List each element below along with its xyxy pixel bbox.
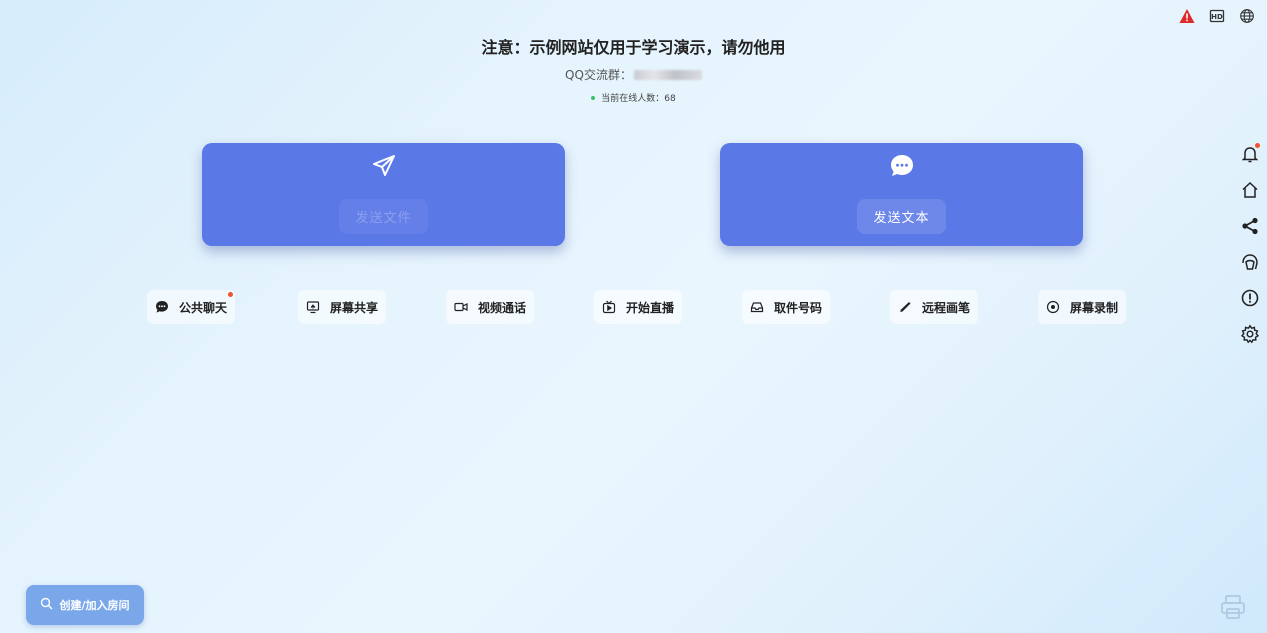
- start-live-button[interactable]: 开始直播: [594, 290, 683, 324]
- print-icon[interactable]: [1219, 593, 1247, 621]
- paper-plane-icon: [371, 153, 397, 179]
- remote-pen-label: 远程画笔: [922, 300, 971, 315]
- live-tv-icon: [602, 300, 616, 314]
- online-count: 当前在线人数：68: [0, 91, 1267, 104]
- screen-record-label: 屏幕录制: [1070, 300, 1119, 315]
- screen-share-label: 屏幕共享: [330, 300, 379, 315]
- warning-icon[interactable]: [1179, 8, 1195, 24]
- qq-group-number-redacted: [633, 69, 702, 80]
- start-live-label: 开始直播: [626, 300, 675, 315]
- settings-icon[interactable]: [1239, 323, 1261, 345]
- video-icon: [454, 300, 468, 314]
- info-icon[interactable]: [1239, 287, 1261, 309]
- share-icon[interactable]: [1239, 215, 1261, 237]
- create-join-room-label: 创建/加入房间: [59, 599, 130, 612]
- home-icon[interactable]: [1239, 179, 1261, 201]
- hd-icon[interactable]: HD: [1209, 8, 1225, 24]
- online-number: 68: [664, 94, 676, 104]
- video-call-label: 视频通话: [478, 300, 527, 315]
- send-file-card[interactable]: 发送文件: [202, 143, 565, 246]
- record-icon: [1046, 300, 1060, 314]
- chat-icon: [155, 300, 169, 314]
- send-file-button[interactable]: 发送文件: [339, 199, 428, 234]
- pickup-code-button[interactable]: 取件号码: [742, 290, 831, 324]
- inbox-icon: [750, 300, 764, 314]
- screen-share-button[interactable]: 屏幕共享: [298, 290, 387, 324]
- qq-group: QQ交流群：: [0, 66, 1267, 83]
- notice-header: 注意：示例网站仅用于学习演示，请勿他用 QQ交流群： 当前在线人数：68: [0, 34, 1267, 104]
- public-chat-label: 公共聊天: [179, 300, 228, 315]
- screen-share-icon: [306, 300, 320, 314]
- pen-icon: [898, 300, 912, 314]
- online-label: 当前在线人数：: [601, 94, 665, 104]
- notification-badge: [1255, 143, 1260, 148]
- globe-icon[interactable]: [1239, 8, 1255, 24]
- send-text-card[interactable]: 发送文本: [720, 143, 1083, 246]
- send-text-button[interactable]: 发送文本: [857, 199, 946, 234]
- online-status-dot: [591, 95, 596, 100]
- top-toolbar: HD: [1179, 8, 1255, 24]
- qq-group-label: QQ交流群：: [565, 68, 632, 82]
- avatar-icon[interactable]: [1239, 251, 1261, 273]
- right-sidebar: [1239, 143, 1261, 345]
- page-title: 注意：示例网站仅用于学习演示，请勿他用: [481, 38, 786, 57]
- notification-badge: [228, 292, 234, 297]
- screen-record-button[interactable]: 屏幕录制: [1038, 290, 1127, 324]
- svg-text:HD: HD: [1211, 13, 1223, 21]
- bell-icon[interactable]: [1239, 143, 1261, 165]
- pickup-code-label: 取件号码: [774, 300, 823, 315]
- create-join-room-button[interactable]: 创建/加入房间: [26, 585, 144, 625]
- video-call-button[interactable]: 视频通话: [446, 290, 535, 324]
- chat-bubble-icon: [889, 153, 915, 179]
- public-chat-button[interactable]: 公共聊天: [147, 290, 236, 324]
- remote-pen-button[interactable]: 远程画笔: [890, 290, 979, 324]
- search-icon: [40, 597, 53, 613]
